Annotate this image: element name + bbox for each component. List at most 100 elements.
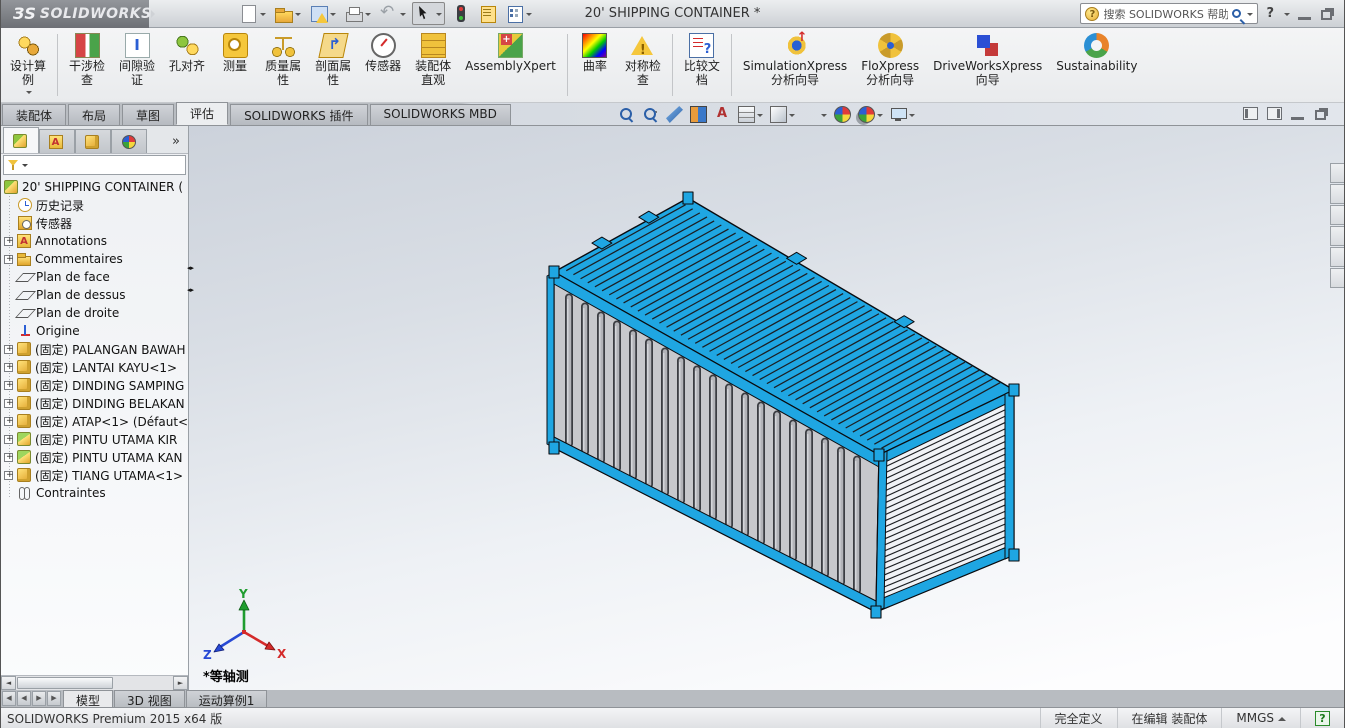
save-dropdown-icon[interactable] (330, 12, 336, 19)
tree-item[interactable]: (固定) DINDING BELAKAN (1, 394, 188, 412)
expand-icon[interactable] (4, 398, 14, 408)
restore-button[interactable] (1321, 10, 1332, 20)
help-dropdown-icon[interactable] (1284, 12, 1290, 19)
undo-button[interactable] (377, 2, 408, 24)
select-dropdown-icon[interactable] (436, 12, 442, 19)
options-button[interactable] (503, 3, 534, 24)
view-settings-button[interactable] (890, 106, 915, 123)
search-box[interactable]: ? 搜索 SOLIDWORKS 帮助 (1080, 3, 1259, 24)
new-document-dropdown-icon[interactable] (260, 12, 266, 19)
view-orientation-button[interactable] (738, 106, 763, 123)
expand-icon[interactable] (4, 254, 14, 264)
mass-props-button[interactable]: 质量属性 (258, 30, 308, 100)
filter-dropdown-icon[interactable] (22, 163, 28, 170)
simulationxpress-button[interactable]: SimulationXpress分析向导 (736, 30, 854, 100)
interference-button[interactable]: 干涉检查 (62, 30, 112, 100)
search-input[interactable]: 搜索 SOLIDWORKS 帮助 (1103, 6, 1228, 22)
selection-filter-button[interactable] (449, 3, 472, 24)
expand-icon[interactable] (4, 416, 14, 426)
prev-tab-icon[interactable]: ◀ (17, 691, 31, 706)
expand-icon[interactable] (4, 362, 14, 372)
feature-manager-tab[interactable] (3, 127, 39, 153)
tree-item[interactable]: 20' SHIPPING CONTAINER ( (1, 178, 188, 196)
assemblyxpert-button[interactable]: AssemblyXpert (458, 30, 563, 100)
select-button[interactable] (412, 2, 445, 25)
edit-appearance-button[interactable] (834, 106, 851, 123)
curvature-button[interactable]: 曲率 (572, 30, 618, 100)
first-tab-icon[interactable]: ◀ (2, 691, 16, 706)
tree-item[interactable]: Origine (1, 322, 188, 340)
print-dropdown-icon[interactable] (365, 12, 371, 19)
tree-item[interactable]: Plan de droite (1, 304, 188, 322)
options-dropdown-icon[interactable] (526, 12, 532, 19)
configuration-manager-tab[interactable] (75, 129, 111, 153)
sensor-button[interactable]: 传感器 (358, 30, 408, 100)
undo-dropdown-icon[interactable] (400, 12, 406, 19)
new-document-button[interactable] (237, 3, 268, 24)
tab-布局[interactable]: 布局 (68, 104, 121, 125)
task-pane-tab[interactable] (1330, 205, 1344, 225)
task-pane-tab[interactable] (1330, 247, 1344, 267)
expand-icon[interactable] (4, 344, 14, 354)
tree-item[interactable]: Contraintes (1, 484, 188, 502)
scroll-left-icon[interactable]: ◄ (1, 676, 16, 690)
scroll-thumb[interactable] (17, 677, 113, 689)
driveworks-button[interactable]: DriveWorksXpress 向导 (926, 30, 1049, 100)
logo-expand-arrow-icon[interactable] (151, 9, 159, 18)
annotation-view-button[interactable] (714, 106, 731, 123)
view-settings-dropdown-icon[interactable] (909, 113, 915, 120)
tree-item[interactable]: 传感器 (1, 214, 188, 232)
tree-item[interactable]: (固定) TIANG UTAMA<1> (1, 466, 188, 484)
apply-scene-dropdown-icon[interactable] (877, 113, 883, 120)
tab-草图[interactable]: 草图 (122, 104, 175, 125)
quick-tips-toggle[interactable]: ? (1300, 708, 1344, 728)
sheet-tab-3D 视图[interactable]: 3D 视图 (114, 690, 185, 708)
hole-align-button[interactable]: 孔对齐 (162, 30, 212, 100)
tree-item[interactable]: Plan de face (1, 268, 188, 286)
tab-SOLIDWORKS 插件[interactable]: SOLIDWORKS 插件 (230, 104, 368, 125)
collapse-right-pane-icon[interactable] (1267, 107, 1282, 120)
section-view-button[interactable] (690, 106, 707, 123)
tree-item[interactable]: 历史记录 (1, 196, 188, 214)
scroll-right-icon[interactable]: ► (173, 676, 188, 690)
expand-icon[interactable] (4, 470, 14, 480)
sustainability-button[interactable]: Sustainability (1049, 30, 1144, 100)
zoom-fit-button[interactable] (618, 106, 635, 123)
symmetry-button[interactable]: 对称检查 (618, 30, 668, 100)
task-pane-tab[interactable] (1330, 226, 1344, 246)
task-pane-tab[interactable] (1330, 163, 1344, 183)
expand-icon[interactable] (4, 380, 14, 390)
view-orientation-dropdown-icon[interactable] (757, 113, 763, 120)
tree-item[interactable]: Annotations (1, 232, 188, 250)
tree-item[interactable]: (固定) DINDING SAMPING (1, 376, 188, 394)
doc-minimize-button[interactable] (1291, 108, 1304, 120)
tree-item[interactable]: (固定) PALANGAN BAWAH (1, 340, 188, 358)
units-selector[interactable]: MMGS (1221, 708, 1300, 728)
graphics-area[interactable]: Y X Z *等轴测 (189, 126, 1344, 690)
minimize-button[interactable] (1298, 8, 1311, 20)
open-dropdown-icon[interactable] (295, 12, 301, 19)
collapse-left-pane-icon[interactable] (1243, 107, 1258, 120)
previous-view-button[interactable] (666, 106, 683, 123)
help-button[interactable]: ? (1266, 6, 1274, 21)
tree-item[interactable]: (固定) PINTU UTAMA KIR (1, 430, 188, 448)
display-style-dropdown-icon[interactable] (789, 113, 795, 120)
expand-icon[interactable] (4, 434, 14, 444)
tab-评估[interactable]: 评估 (176, 102, 229, 125)
tree-filter[interactable] (3, 155, 186, 175)
task-pane-tab[interactable] (1330, 184, 1344, 204)
open-button[interactable] (272, 3, 303, 24)
expand-icon[interactable] (4, 452, 14, 462)
task-pane-tab[interactable] (1330, 268, 1344, 288)
search-icon[interactable] (1232, 9, 1242, 18)
panel-splitter-handle[interactable]: ◂▸ ◂▸ (187, 250, 194, 308)
design-study-dropdown-icon[interactable] (26, 91, 32, 97)
compare-docs-button[interactable]: 比较文档 (677, 30, 727, 100)
doc-restore-button[interactable] (1315, 110, 1326, 120)
property-manager-tab[interactable] (39, 129, 75, 153)
hide-show-items-button[interactable] (802, 106, 827, 123)
display-manager-tab[interactable] (111, 129, 147, 153)
last-tab-icon[interactable]: ▶ (47, 691, 61, 706)
sheet-tab-模型[interactable]: 模型 (63, 690, 114, 708)
tree-item[interactable]: (固定) ATAP<1> (Défaut< (1, 412, 188, 430)
